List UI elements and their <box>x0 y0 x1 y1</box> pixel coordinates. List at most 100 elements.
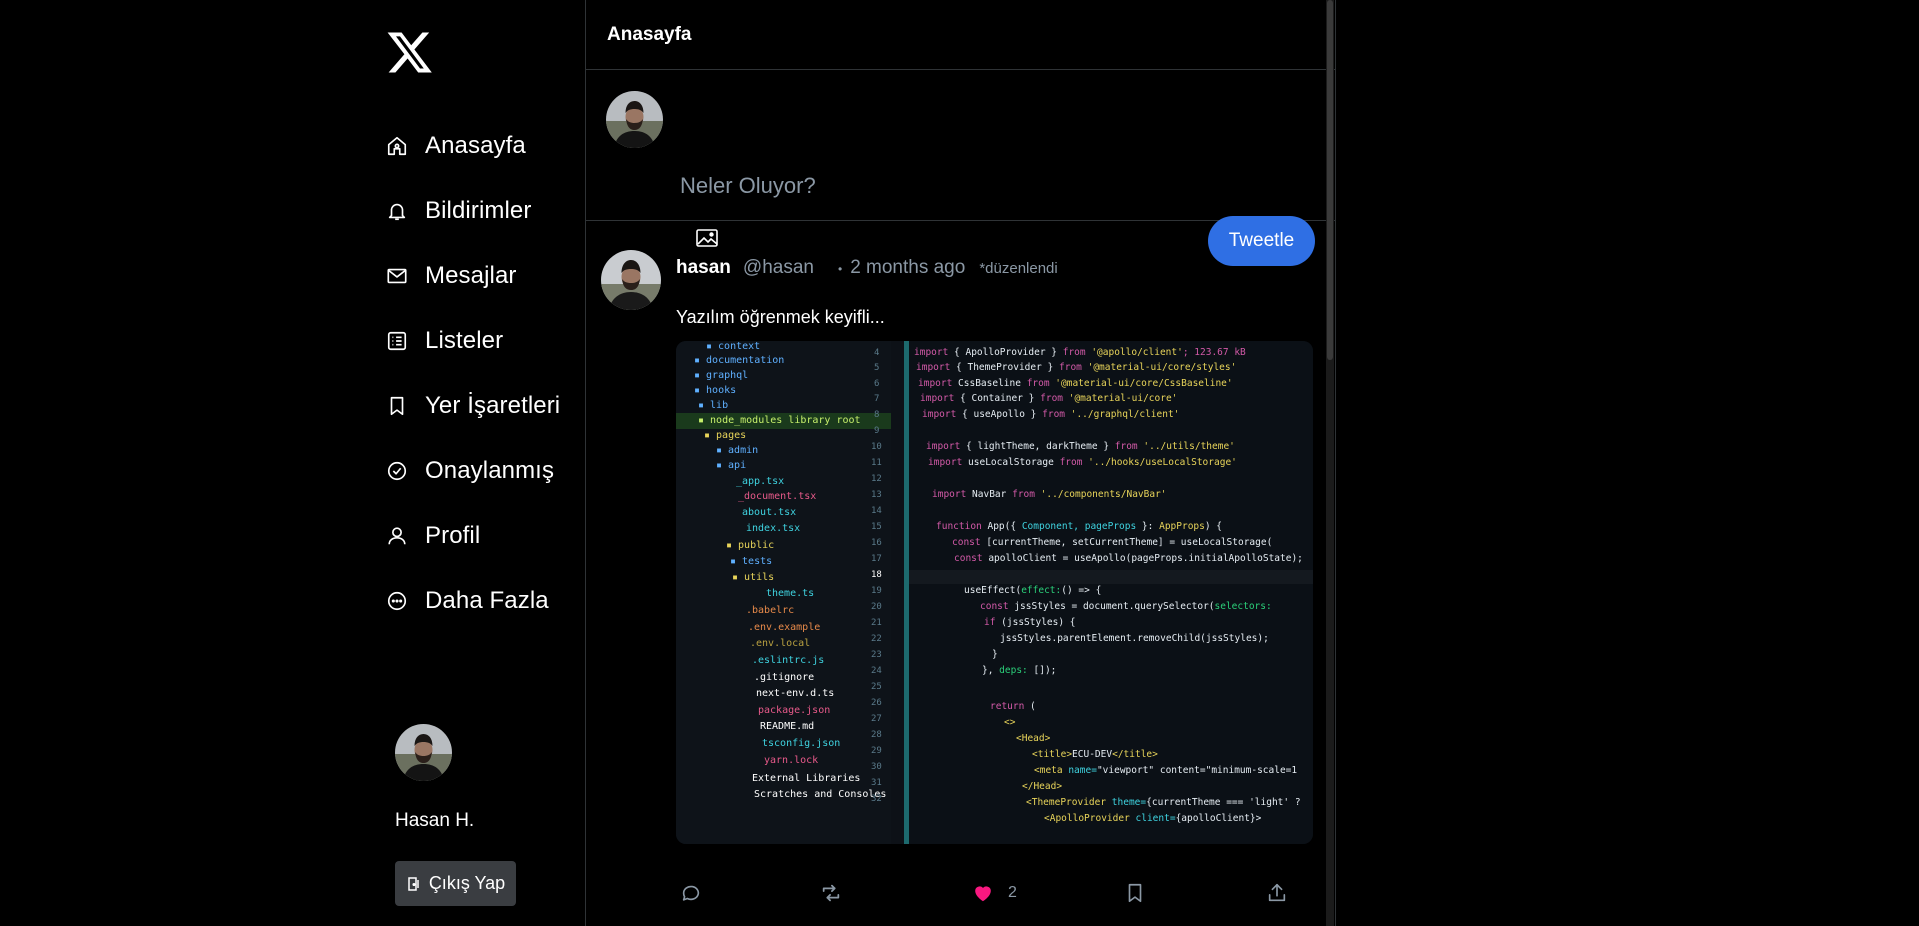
svg-text:const apolloClient = useApollo: const apolloClient = useApollo(pageProps… <box>954 553 1303 564</box>
share-icon <box>1266 882 1288 904</box>
svg-text:▪ node_modules library root: ▪ node_modules library root <box>698 415 861 426</box>
share-button[interactable] <box>1266 882 1288 904</box>
reply-button[interactable] <box>680 882 702 904</box>
avatar[interactable] <box>395 724 452 781</box>
svg-text:▪ api: ▪ api <box>716 460 746 471</box>
logout-label: Çıkış Yap <box>428 873 506 893</box>
nav-label-notifications: Bildirimler <box>425 196 532 224</box>
nav-item-notifications[interactable]: Bildirimler <box>386 178 560 243</box>
x-logo-icon[interactable] <box>386 28 434 76</box>
svg-text:▪ utils: ▪ utils <box>732 572 774 583</box>
svg-text:import { ApolloProvider } from: import { ApolloProvider } from '@apollo/… <box>914 347 1246 358</box>
svg-text:_app.tsx: _app.tsx <box>736 476 784 487</box>
edited-label: *düzenlendi <box>979 260 1058 277</box>
svg-text:18: 18 <box>871 570 882 580</box>
like-button[interactable]: 2 <box>972 882 1017 904</box>
bookmark-icon <box>386 395 408 417</box>
svg-text:External Libraries: External Libraries <box>752 773 860 784</box>
nav-label-home: Anasayfa <box>425 131 526 159</box>
home-icon <box>386 135 408 157</box>
compose-input[interactable] <box>678 165 1202 207</box>
svg-text:▪ context: ▪ context <box>706 341 760 352</box>
svg-text:package.json: package.json <box>758 705 830 716</box>
svg-text:useEffect(effect:() => {: useEffect(effect:() => { <box>964 585 1101 596</box>
svg-text:</Head>: </Head> <box>1022 781 1062 792</box>
svg-text:import useLocalStorage from '.: import useLocalStorage from '../hooks/us… <box>928 457 1237 468</box>
more-circle-icon <box>386 590 408 612</box>
avatar[interactable] <box>601 250 661 310</box>
svg-text:22: 22 <box>871 634 882 644</box>
nav-item-home[interactable]: Anasayfa <box>386 113 560 178</box>
svg-text:31: 31 <box>871 778 882 788</box>
svg-text:import { Container } from '@ma: import { Container } from '@material-ui/… <box>920 393 1177 404</box>
svg-text:7: 7 <box>874 394 879 404</box>
tweet-image[interactable]: ▪ context ▪ documentation ▪ graphql ▪ ho… <box>676 341 1313 844</box>
svg-text:▪ tests: ▪ tests <box>730 556 772 567</box>
svg-text:17: 17 <box>871 554 882 564</box>
svg-text:20: 20 <box>871 602 882 612</box>
svg-text:6: 6 <box>874 379 879 389</box>
svg-text:.babelrc: .babelrc <box>746 605 794 616</box>
tweet-handle[interactable]: @hasan <box>743 257 814 279</box>
nav-label-lists: Listeler <box>425 326 504 354</box>
svg-text:▪ documentation: ▪ documentation <box>694 355 784 366</box>
svg-text:import { useApollo } from '../: import { useApollo } from '../graphql/cl… <box>922 409 1179 420</box>
svg-text:import CssBaseline from '@mate: import CssBaseline from '@material-ui/co… <box>918 378 1233 389</box>
nav-item-profile[interactable]: Profil <box>386 503 560 568</box>
svg-text:function App({ Component, page: function App({ Component, pageProps }: A… <box>936 521 1222 532</box>
svg-text:21: 21 <box>871 618 882 628</box>
like-count: 2 <box>1008 884 1017 901</box>
bell-icon <box>386 200 408 222</box>
svg-text:_document.tsx: _document.tsx <box>738 491 816 502</box>
avatar[interactable] <box>606 91 663 148</box>
svg-text:25: 25 <box>871 682 882 692</box>
tweet-header: hasan @hasan • 2 months ago *düzenlendi <box>676 257 1058 279</box>
bookmark-button[interactable] <box>1124 882 1146 904</box>
nav-item-verified[interactable]: Onaylanmış <box>386 438 560 503</box>
svg-text:}: } <box>992 649 998 660</box>
svg-text:import { ThemeProvider } from: import { ThemeProvider } from '@material… <box>916 362 1236 373</box>
svg-text:const jssStyles = document.que: const jssStyles = document.querySelector… <box>980 601 1272 612</box>
svg-text:import { lightTheme, darkTheme: import { lightTheme, darkTheme } from '.… <box>926 441 1235 452</box>
tweet-author[interactable]: hasan <box>676 257 731 279</box>
nav-item-more[interactable]: Daha Fazla <box>386 568 560 633</box>
svg-text:next-env.d.ts: next-env.d.ts <box>756 688 834 699</box>
nav-item-bookmarks[interactable]: Yer İşaretleri <box>386 373 560 438</box>
scrollbar[interactable] <box>1326 0 1334 926</box>
svg-text:if (jssStyles) {: if (jssStyles) { <box>984 617 1076 628</box>
sidebar: Anasayfa Bildirimler Mesajlar Listeler Y… <box>380 0 584 926</box>
svg-text:<ThemeProvider theme={currentT: <ThemeProvider theme={currentTheme === '… <box>1026 797 1301 808</box>
nav-label-bookmarks: Yer İşaretleri <box>425 391 561 419</box>
comment-icon <box>680 882 702 904</box>
svg-text:about.tsx: about.tsx <box>742 507 796 518</box>
svg-text:.eslintrc.js: .eslintrc.js <box>752 655 824 666</box>
svg-text:<title>ECU-DEV</title>: <title>ECU-DEV</title> <box>1032 749 1158 760</box>
nav-item-lists[interactable]: Listeler <box>386 308 560 373</box>
svg-text:16: 16 <box>871 538 882 548</box>
svg-text:<>: <> <box>1004 717 1016 728</box>
svg-text:index.tsx: index.tsx <box>746 523 800 534</box>
nav-label-messages: Mesajlar <box>425 261 517 289</box>
retweet-icon <box>820 882 842 904</box>
svg-text:<Head>: <Head> <box>1016 733 1051 744</box>
nav-item-messages[interactable]: Mesajlar <box>386 243 560 308</box>
svg-text:24: 24 <box>871 666 882 676</box>
retweet-button[interactable] <box>820 882 842 904</box>
svg-text:27: 27 <box>871 714 882 724</box>
svg-text:29: 29 <box>871 746 882 756</box>
tweet-timestamp[interactable]: 2 months ago <box>850 257 965 279</box>
scrollbar-thumb[interactable] <box>1327 0 1333 360</box>
svg-text:4: 4 <box>874 348 879 358</box>
logout-button[interactable]: Çıkış Yap <box>395 861 516 906</box>
svg-text:<ApolloProvider client={apollo: <ApolloProvider client={apolloClient}> <box>1044 813 1262 824</box>
nav-label-more: Daha Fazla <box>425 586 549 614</box>
svg-text:}, deps: []);: }, deps: []); <box>982 665 1056 676</box>
svg-text:jssStyles.parentElement.remove: jssStyles.parentElement.removeChild(jssS… <box>1000 633 1269 644</box>
svg-text:28: 28 <box>871 730 882 740</box>
primary-nav: Anasayfa Bildirimler Mesajlar Listeler Y… <box>386 113 560 633</box>
svg-text:8: 8 <box>874 410 879 420</box>
main-column: Anasayfa Tweetle <box>585 0 1336 926</box>
svg-text:const [currentTheme, setCurren: const [currentTheme, setCurrentTheme] = … <box>952 537 1272 548</box>
svg-text:<meta name="viewport" content=: <meta name="viewport" content="minimum-s… <box>1034 765 1297 776</box>
svg-text:return (: return ( <box>990 701 1036 712</box>
